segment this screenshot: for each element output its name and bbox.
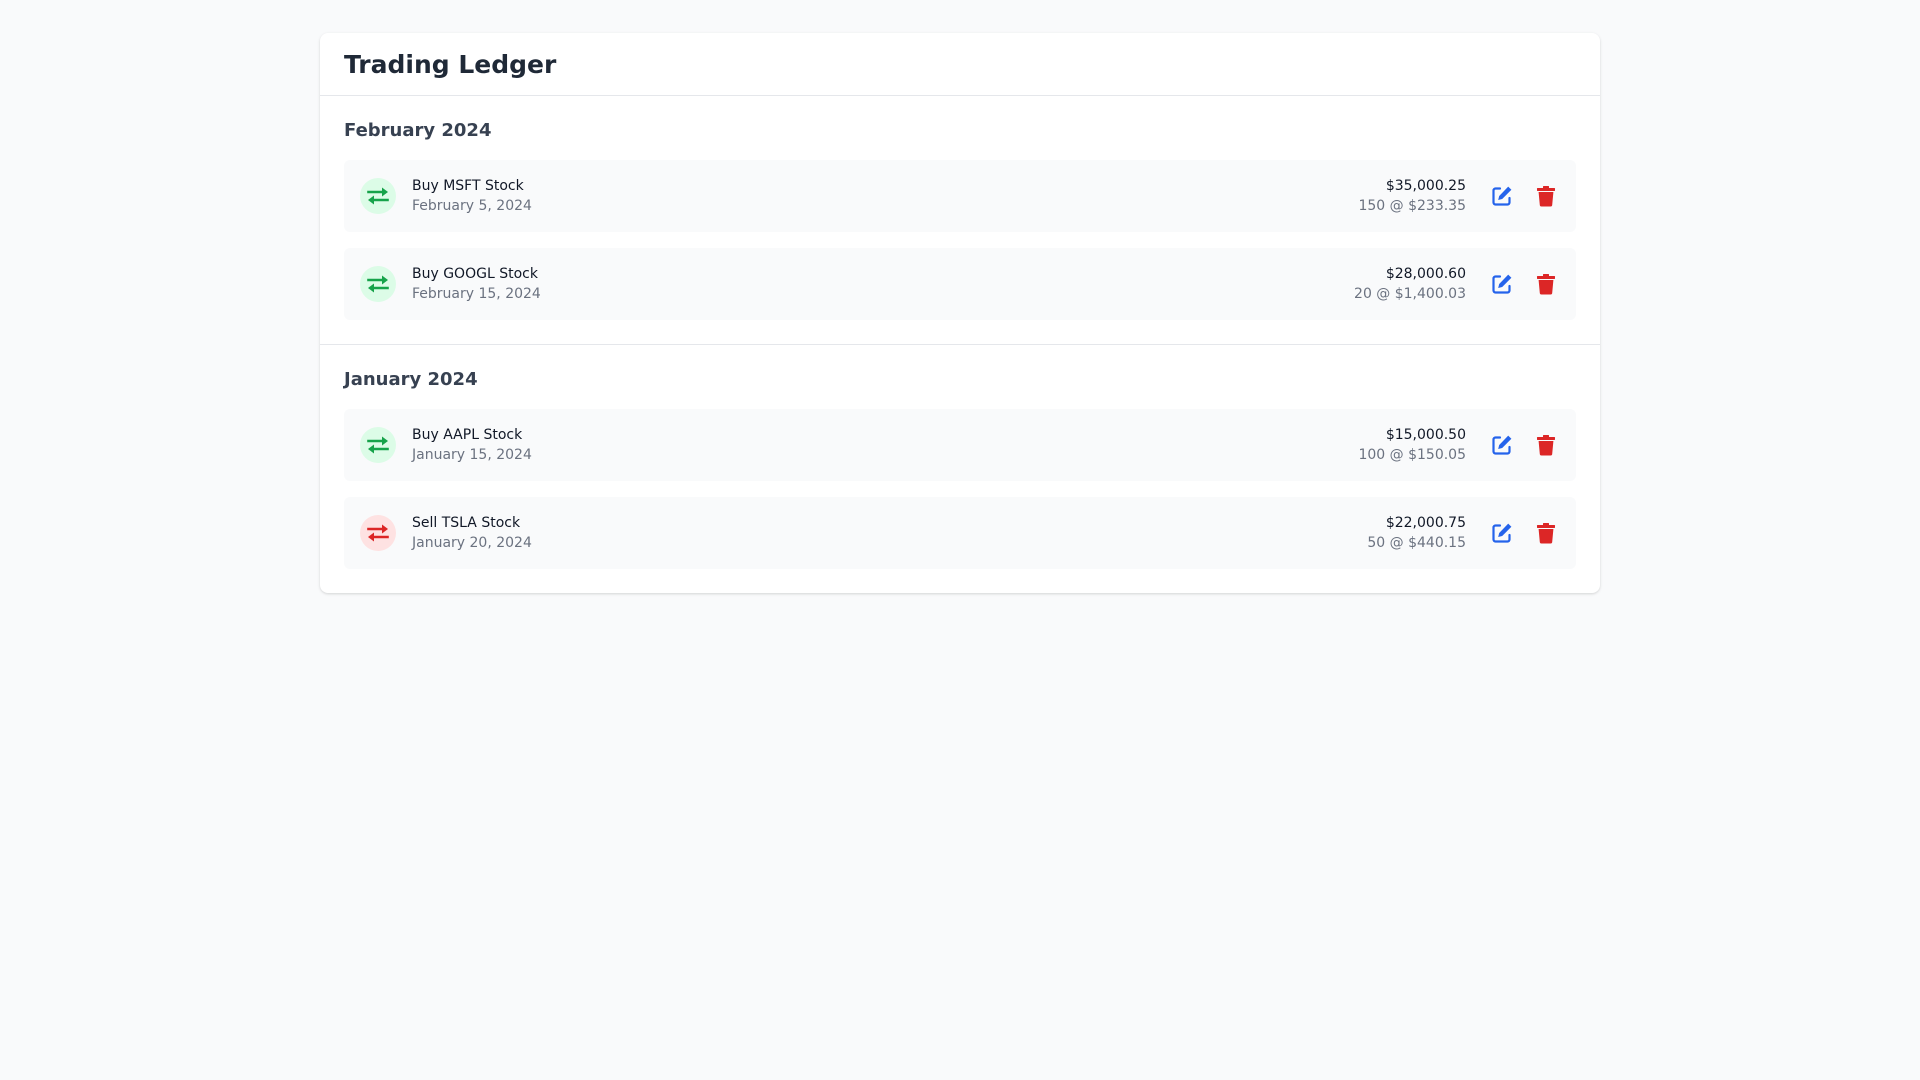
edit-icon xyxy=(1491,185,1513,207)
transaction-date: January 20, 2024 xyxy=(412,534,532,551)
edit-button[interactable] xyxy=(1488,270,1516,298)
transaction-row[interactable]: Buy MSFT Stock February 5, 2024 $35,000.… xyxy=(344,160,1576,232)
transaction-row[interactable]: Sell TSLA Stock January 20, 2024 $22,000… xyxy=(344,497,1576,569)
months-container: February 2024 Buy MSFT Stock February 5,… xyxy=(320,96,1600,593)
edit-icon xyxy=(1491,522,1513,544)
transaction-amounts: $28,000.60 20 @ $1,400.03 xyxy=(1354,266,1466,303)
month-title: January 2024 xyxy=(344,369,478,390)
delete-button[interactable] xyxy=(1532,182,1560,210)
transaction-total: $15,000.50 xyxy=(1385,426,1466,443)
transaction-date: February 5, 2024 xyxy=(412,197,532,214)
edit-button[interactable] xyxy=(1488,431,1516,459)
transaction-row[interactable]: Buy GOOGL Stock February 15, 2024 $28,00… xyxy=(344,248,1576,320)
month-section: January 2024 Buy AAPL Stock January 15, … xyxy=(320,345,1600,593)
transaction-amounts: $22,000.75 50 @ $440.15 xyxy=(1367,515,1466,552)
edit-button[interactable] xyxy=(1488,519,1516,547)
transaction-row[interactable]: Buy AAPL Stock January 15, 2024 $15,000.… xyxy=(344,409,1576,481)
transaction-name: Buy AAPL Stock xyxy=(412,426,523,443)
transaction-quantity-price: 20 @ $1,400.03 xyxy=(1354,285,1466,302)
transaction-info: Sell TSLA Stock January 20, 2024 xyxy=(412,515,532,552)
transaction-info: Buy AAPL Stock January 15, 2024 xyxy=(412,427,532,464)
transaction-info: Buy GOOGL Stock February 15, 2024 xyxy=(412,266,541,303)
delete-button[interactable] xyxy=(1532,519,1560,547)
transaction-name: Buy MSFT Stock xyxy=(412,177,524,194)
transaction-quantity-price: 150 @ $233.35 xyxy=(1358,197,1466,214)
transaction-quantity-price: 50 @ $440.15 xyxy=(1367,534,1466,551)
transaction-amounts: $35,000.25 150 @ $233.35 xyxy=(1358,178,1466,215)
transaction-quantity-price: 100 @ $150.05 xyxy=(1358,446,1466,463)
transaction-list: Buy MSFT Stock February 5, 2024 $35,000.… xyxy=(344,160,1576,320)
transaction-total: $35,000.25 xyxy=(1385,177,1466,194)
transaction-total: $22,000.75 xyxy=(1385,514,1466,531)
transaction-info: Buy MSFT Stock February 5, 2024 xyxy=(412,178,532,215)
edit-icon xyxy=(1491,273,1513,295)
transaction-list: Buy AAPL Stock January 15, 2024 $15,000.… xyxy=(344,409,1576,569)
trash-icon xyxy=(1536,273,1556,295)
edit-icon xyxy=(1491,434,1513,456)
exchange-arrows-icon xyxy=(360,178,396,214)
exchange-arrows-icon xyxy=(360,427,396,463)
month-title: February 2024 xyxy=(344,120,492,141)
trading-ledger-card: Trading Ledger February 2024 Buy MSFT St… xyxy=(320,33,1600,593)
trash-icon xyxy=(1536,434,1556,456)
month-section: February 2024 Buy MSFT Stock February 5,… xyxy=(320,96,1600,345)
trash-icon xyxy=(1536,522,1556,544)
delete-button[interactable] xyxy=(1532,270,1560,298)
trash-icon xyxy=(1536,185,1556,207)
transaction-total: $28,000.60 xyxy=(1385,265,1466,282)
transaction-amounts: $15,000.50 100 @ $150.05 xyxy=(1358,427,1466,464)
delete-button[interactable] xyxy=(1532,431,1560,459)
transaction-date: February 15, 2024 xyxy=(412,285,541,302)
exchange-arrows-icon xyxy=(360,266,396,302)
page-title: Trading Ledger xyxy=(344,49,557,79)
exchange-arrows-icon xyxy=(360,515,396,551)
transaction-name: Sell TSLA Stock xyxy=(412,514,521,531)
transaction-date: January 15, 2024 xyxy=(412,446,532,463)
edit-button[interactable] xyxy=(1488,182,1516,210)
card-header: Trading Ledger xyxy=(320,33,1600,96)
transaction-name: Buy GOOGL Stock xyxy=(412,265,538,282)
